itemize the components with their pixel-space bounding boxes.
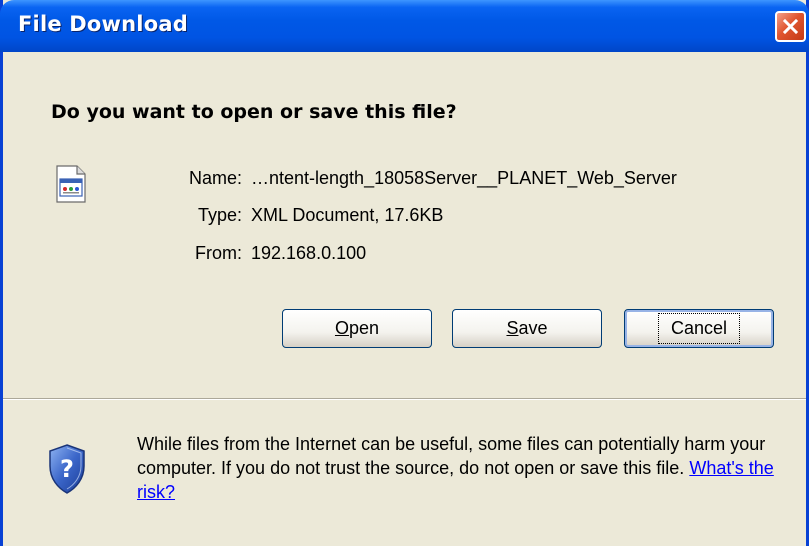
open-button[interactable]: Open	[282, 309, 432, 348]
save-button[interactable]: Save	[452, 309, 602, 348]
file-type-value: XML Document, 17.6KB	[251, 205, 444, 225]
xml-document-icon	[56, 165, 86, 203]
security-warning: While files from the Internet can be use…	[137, 432, 797, 504]
close-icon	[782, 18, 799, 35]
save-button-label: Save	[506, 318, 548, 338]
cancel-button[interactable]: Cancel	[624, 309, 774, 348]
close-button[interactable]	[775, 11, 806, 42]
dialog-question: Do you want to open or save this file?	[51, 101, 457, 123]
from-label: From:	[195, 243, 242, 263]
type-label: Type:	[197, 205, 242, 225]
separator	[3, 398, 806, 400]
svg-text:?: ?	[60, 455, 74, 483]
open-button-label: Open	[334, 318, 380, 338]
cancel-button-label: Cancel	[657, 313, 741, 344]
name-label: Name:	[188, 168, 242, 188]
shield-question-icon: ?	[49, 444, 85, 494]
file-from-value: 192.168.0.100	[251, 243, 367, 263]
title-bar[interactable]: File Download	[0, 0, 809, 52]
file-download-dialog: File Download Do you want to open or sav…	[0, 0, 809, 546]
file-name-value: …ntent-length_18058Server__PLANET_Web_Se…	[251, 168, 677, 188]
warning-text: While files from the Internet can be use…	[137, 434, 766, 478]
window-title: File Download	[18, 12, 188, 36]
